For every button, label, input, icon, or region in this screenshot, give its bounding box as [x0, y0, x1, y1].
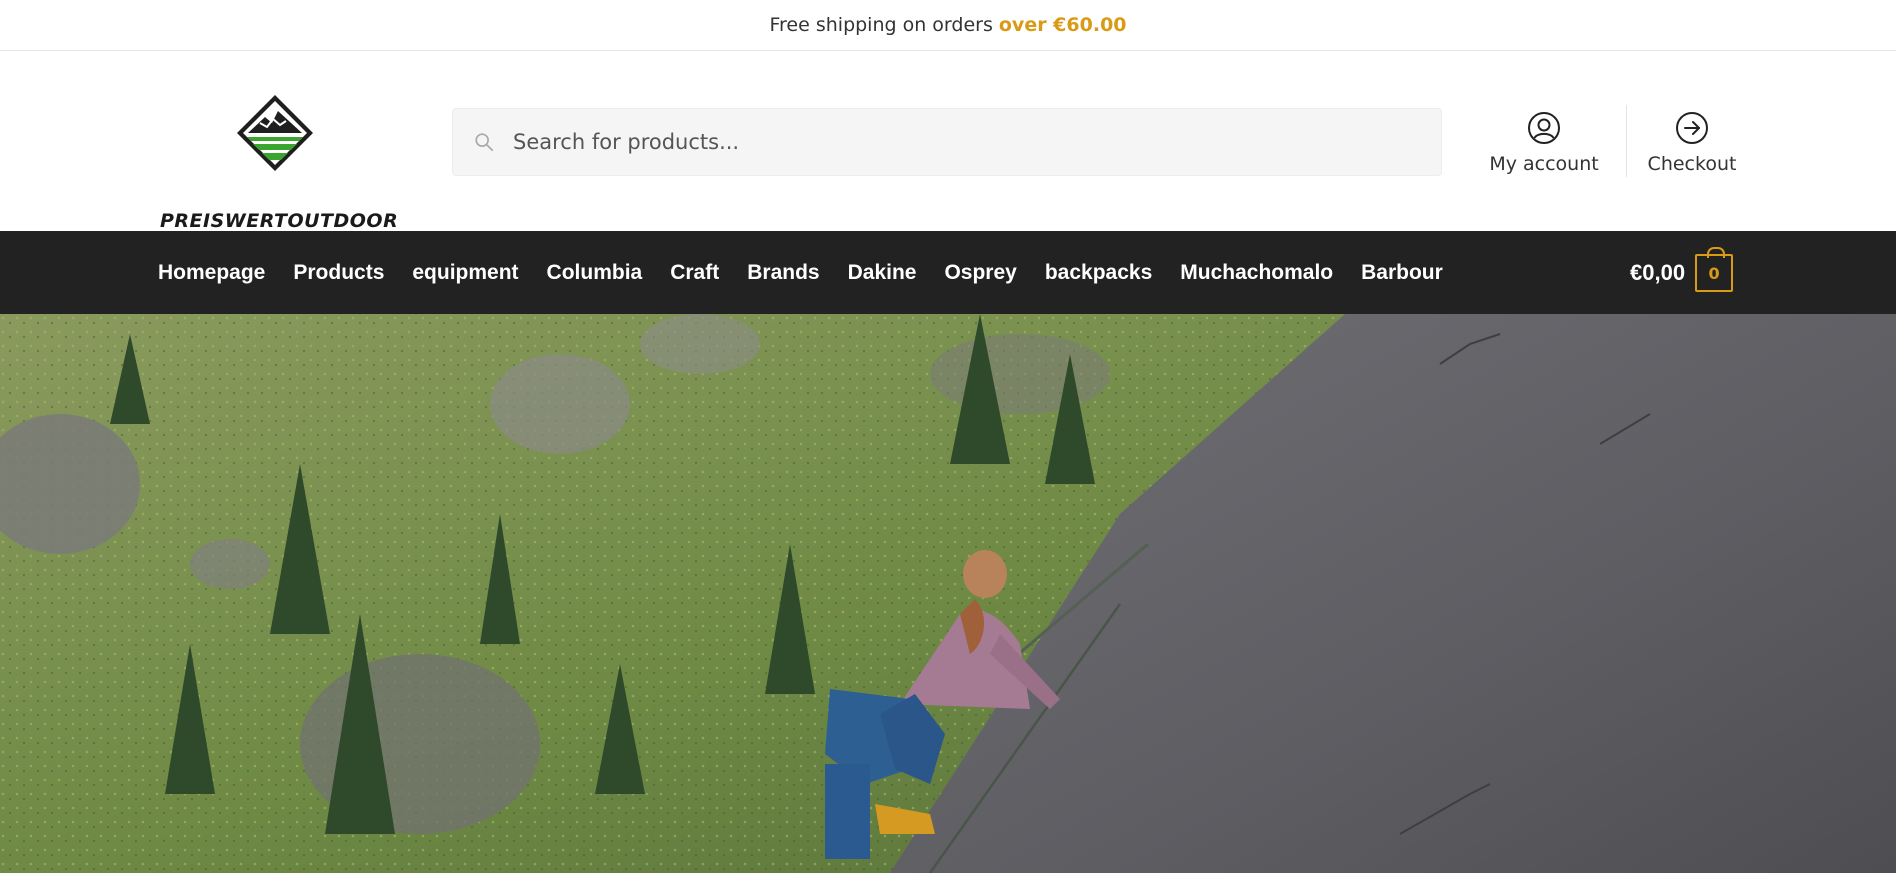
checkout-link[interactable]: Checkout: [1632, 111, 1752, 175]
search-input[interactable]: [513, 130, 1441, 154]
nav-list: Homepage Products equipment Columbia Cra…: [158, 231, 1471, 314]
nav-item-barbour[interactable]: Barbour: [1361, 261, 1443, 285]
search-bar: [452, 108, 1442, 176]
my-account-link[interactable]: My account: [1476, 111, 1612, 175]
promo-accent: over €60.00: [998, 14, 1127, 36]
nav-item-equipment[interactable]: equipment: [412, 261, 518, 285]
nav-item-backpacks[interactable]: backpacks: [1045, 261, 1152, 285]
promo-bar: Free shipping on orders over €60.00: [0, 0, 1896, 51]
header-divider: [1626, 105, 1627, 177]
nav-item-dakine[interactable]: Dakine: [848, 261, 917, 285]
promo-text: Free shipping on orders: [769, 14, 993, 36]
my-account-label: My account: [1489, 153, 1599, 175]
user-circle-icon: [1528, 112, 1560, 144]
nav-item-columbia[interactable]: Columbia: [547, 261, 643, 285]
nav-item-muchachomalo[interactable]: Muchachomalo: [1180, 261, 1333, 285]
arrow-right-circle-icon: [1676, 112, 1708, 144]
mountain-logo-icon: [237, 95, 313, 171]
main-navigation: Homepage Products equipment Columbia Cra…: [0, 231, 1896, 314]
site-header: PREISWERTOUTDOOR My account Checkout: [0, 51, 1896, 232]
cart-total: €0,00: [1630, 260, 1686, 285]
nav-item-homepage[interactable]: Homepage: [158, 261, 265, 285]
site-logo[interactable]: PREISWERTOUTDOOR: [160, 93, 398, 232]
nav-item-craft[interactable]: Craft: [670, 261, 719, 285]
nav-item-products[interactable]: Products: [293, 261, 384, 285]
nav-item-brands[interactable]: Brands: [747, 261, 819, 285]
brand-name: PREISWERTOUTDOOR: [160, 210, 399, 232]
search-icon: [475, 133, 494, 152]
shopping-bag-icon: 0: [1695, 247, 1734, 292]
nav-item-osprey[interactable]: Osprey: [944, 261, 1016, 285]
cart-button[interactable]: €0,00 0: [1630, 247, 1734, 295]
hero-image: [0, 314, 1896, 873]
checkout-label: Checkout: [1647, 153, 1737, 175]
hero-illustration: [0, 314, 1896, 873]
cart-count: 0: [1708, 263, 1720, 283]
